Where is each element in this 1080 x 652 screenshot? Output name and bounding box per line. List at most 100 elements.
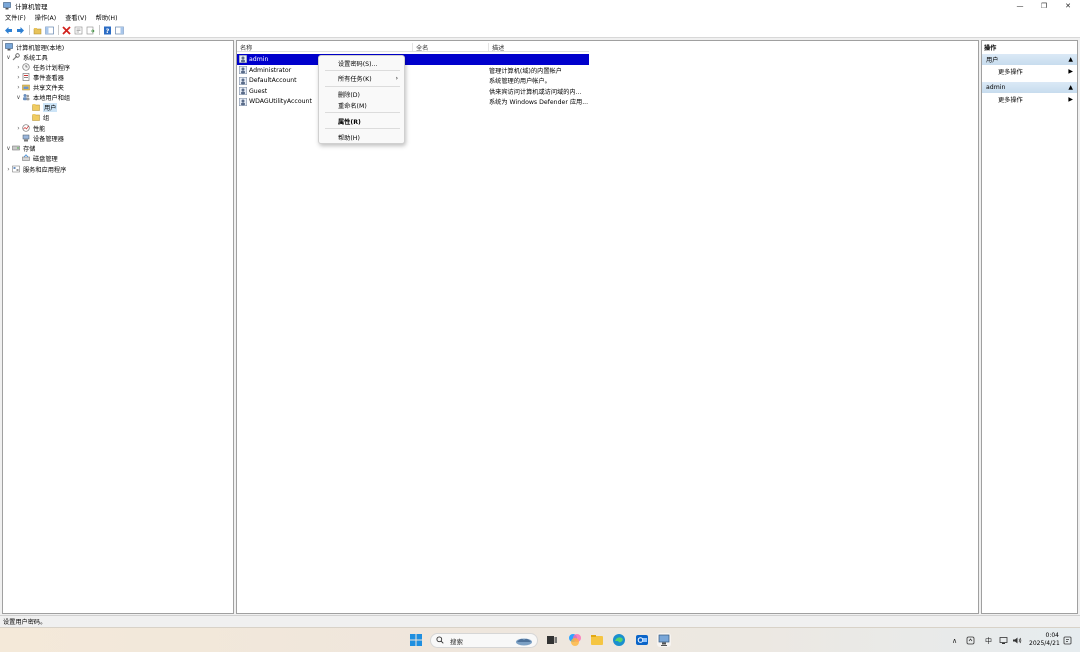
chevron-right-icon[interactable]: ›	[15, 64, 22, 71]
tree-item-label: 共享文件夹	[33, 84, 64, 92]
navigation-tree: 计算机管理(本地) ∨ 系统工具 › 任务计划程序 › 事件查看器 › 共享文件…	[2, 40, 234, 614]
back-arrow-icon[interactable]	[3, 25, 13, 35]
system-clock[interactable]: 0:04 2025/4/21	[1029, 632, 1060, 648]
notification-icon[interactable]	[1063, 628, 1072, 652]
volume-icon[interactable]	[1012, 628, 1022, 652]
tree-item-label: 磁盘管理	[33, 155, 58, 163]
tree-item-label: 用户	[43, 102, 58, 112]
taskbar-search[interactable]: 搜索	[430, 633, 538, 648]
tree-item-disk-management[interactable]: 磁盘管理	[22, 153, 58, 163]
action-label: 更多操作	[998, 96, 1023, 104]
more-actions-admin[interactable]: 更多操作 ▶	[982, 94, 1077, 104]
menu-divider	[325, 128, 400, 129]
tree-item-root[interactable]: 计算机管理(本地)	[5, 42, 64, 52]
search-placeholder: 搜索	[450, 637, 463, 646]
tree-item-label: 存储	[23, 145, 36, 153]
column-header-name[interactable]: 名称	[237, 43, 413, 52]
more-actions-users[interactable]: 更多操作 ▶	[982, 66, 1077, 76]
copilot-icon[interactable]	[568, 633, 582, 647]
menu-item-delete[interactable]: 删除(D)	[319, 89, 406, 99]
properties-icon[interactable]	[73, 25, 83, 35]
minimize-button[interactable]: —	[1008, 0, 1032, 12]
chevron-up-icon[interactable]: ▲	[1068, 84, 1073, 91]
clock-time: 0:04	[1045, 632, 1059, 639]
menu-help[interactable]: 帮助(H)	[91, 13, 122, 22]
event-log-icon	[22, 73, 30, 81]
edge-browser-icon[interactable]	[612, 633, 626, 647]
chevron-up-icon[interactable]: ▲	[1068, 56, 1073, 63]
export-list-icon[interactable]	[85, 25, 95, 35]
menu-file[interactable]: 文件(F)	[0, 13, 30, 22]
chevron-right-icon[interactable]: ›	[15, 84, 22, 91]
chevron-up-icon[interactable]: ∧	[952, 628, 957, 652]
tree-item-storage[interactable]: ∨ 存储	[5, 143, 35, 153]
device-manager-icon	[22, 134, 30, 142]
chevron-right-icon: ›	[395, 74, 398, 82]
user-description: 系统为 Windows Defender 应用...	[489, 99, 589, 107]
menu-divider	[325, 70, 400, 71]
menu-item-label: 所有任务(K)	[338, 75, 372, 83]
tree-item-device-manager[interactable]: 设备管理器	[22, 133, 64, 143]
column-header-description[interactable]: 描述	[489, 43, 589, 52]
widgets-icon[interactable]	[966, 628, 975, 652]
file-explorer-icon[interactable]	[590, 633, 604, 647]
outlook-icon[interactable]	[635, 633, 649, 647]
menu-view[interactable]: 查看(V)	[60, 13, 90, 22]
user-name: Guest	[249, 87, 268, 95]
table-row[interactable]: DefaultAccount 系统管理的用户帐户。	[237, 76, 589, 87]
up-folder-icon[interactable]	[32, 25, 42, 35]
menu-item-set-password[interactable]: 设置密码(S)...	[319, 58, 406, 68]
tree-item-system-tools[interactable]: ∨ 系统工具	[5, 52, 48, 62]
tree-item-services-apps[interactable]: › 服务和应用程序	[5, 164, 66, 174]
taskbar: 搜索 ∧ 中 0:04 2025/4/21	[0, 627, 1080, 652]
menu-item-help[interactable]: 帮助(H)	[319, 132, 406, 142]
user-name: Administrator	[249, 66, 292, 74]
help-icon[interactable]: ?	[102, 25, 112, 35]
chevron-right-icon[interactable]: ›	[5, 166, 12, 173]
show-hide-tree-icon[interactable]	[44, 25, 54, 35]
chevron-down-icon[interactable]: ∨	[5, 54, 12, 61]
computer-management-taskbar-icon[interactable]	[657, 633, 671, 647]
tree-item-groups[interactable]: 组	[32, 112, 49, 122]
shared-folder-icon	[22, 83, 30, 91]
table-row[interactable]: WDAGUtilityAccount 系统为 Windows Defender …	[237, 97, 589, 108]
tree-item-performance[interactable]: › 性能	[15, 123, 45, 133]
menu-action[interactable]: 操作(A)	[30, 13, 60, 22]
toolbar-divider	[99, 25, 100, 35]
table-row[interactable]: admin	[237, 54, 589, 65]
chevron-right-icon[interactable]: ›	[15, 125, 22, 132]
column-header-fullname[interactable]: 全名	[413, 43, 489, 52]
user-icon	[239, 55, 247, 64]
tree-item-event-viewer[interactable]: › 事件查看器	[15, 72, 64, 82]
chevron-down-icon[interactable]: ∨	[5, 145, 12, 152]
menu-item-properties[interactable]: 属性(R)	[319, 116, 406, 126]
window-title: 计算机管理	[15, 3, 48, 11]
forward-arrow-icon[interactable]	[15, 25, 25, 35]
actions-section-admin[interactable]: admin ▲	[982, 82, 1077, 93]
action-pane-icon[interactable]	[114, 25, 124, 35]
tree-item-task-scheduler[interactable]: › 任务计划程序	[15, 62, 70, 72]
computer-management-icon	[5, 43, 13, 51]
menu-item-rename[interactable]: 重命名(M)	[319, 100, 406, 110]
tree-item-label: 性能	[33, 125, 46, 133]
user-icon	[239, 66, 247, 75]
actions-section-users[interactable]: 用户 ▲	[982, 54, 1077, 65]
ime-indicator[interactable]: 中	[985, 628, 992, 652]
actions-pane: 操作 用户 ▲ 更多操作 ▶ admin ▲ 更多操作 ▶	[981, 40, 1078, 614]
restore-button[interactable]: ❐	[1032, 0, 1056, 12]
chevron-right-icon[interactable]: ›	[15, 74, 22, 81]
menu-divider	[325, 86, 400, 87]
tree-item-local-users-groups[interactable]: ∨ 本地用户和组	[15, 92, 70, 102]
tree-item-users[interactable]: 用户	[32, 102, 58, 112]
table-row[interactable]: Guest 供来宾访问计算机或访问域的内...	[237, 86, 589, 97]
task-view-icon[interactable]	[545, 633, 559, 647]
delete-icon[interactable]	[61, 25, 71, 35]
table-row[interactable]: Administrator 管理计算机(域)的内置帐户	[237, 65, 589, 76]
close-button[interactable]: ✕	[1056, 0, 1080, 12]
network-icon[interactable]	[999, 628, 1008, 652]
toolbar-divider	[58, 25, 59, 35]
chevron-down-icon[interactable]: ∨	[15, 94, 22, 101]
tree-item-shared-folders[interactable]: › 共享文件夹	[15, 82, 64, 92]
menu-item-all-tasks[interactable]: 所有任务(K) ›	[319, 73, 406, 83]
windows-start-icon[interactable]	[409, 633, 423, 647]
